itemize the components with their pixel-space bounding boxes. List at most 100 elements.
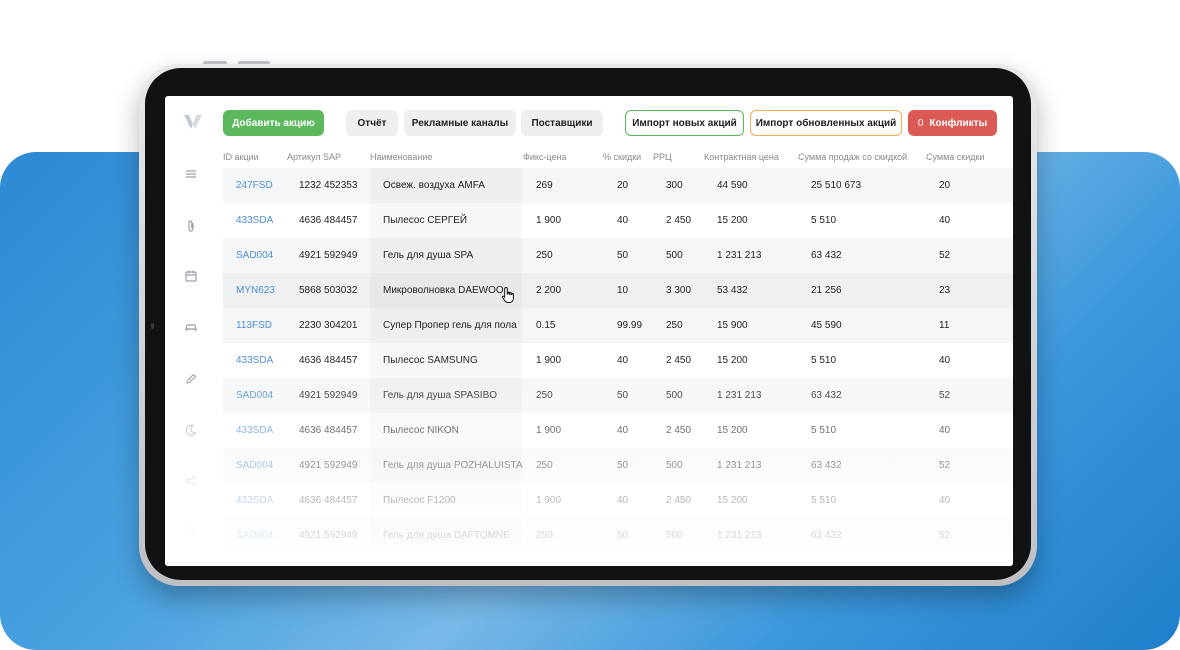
cell-discount-percent: 40 (617, 495, 629, 506)
share-icon[interactable] (183, 473, 199, 489)
settings-icon[interactable] (183, 524, 199, 540)
table-row[interactable]: SAD004 4921 592949 Гель для душа SPASIBO 25… (223, 378, 1013, 413)
cell-fixed-price: 250 (536, 530, 553, 541)
cell-sap: 4921 592949 (299, 460, 358, 471)
cell-id[interactable]: MYN623 (236, 273, 275, 308)
column-header-contract-price[interactable]: Контрактная цена (704, 152, 779, 162)
add-promotion-button[interactable]: Добавить акцию (223, 110, 324, 136)
table-row[interactable]: 433SDA 4636 484457 Пылесос СЕРГЕЙ 1 900 40 2 … (223, 203, 1013, 238)
cell-id[interactable]: 433SDA (236, 483, 273, 518)
cell-fixed-price: 250 (536, 250, 553, 261)
cell-discount-percent: 99.99 (617, 320, 643, 331)
cell-sales-sum: 25 510 673 (811, 180, 862, 191)
cell-contract-price: 1 231 213 (717, 460, 762, 471)
import-updated-button[interactable]: Импорт обновленных акций (750, 110, 902, 136)
cell-sap: 5868 503032 (299, 285, 358, 296)
cell-id[interactable]: SAD004 (236, 448, 273, 483)
cell-contract-price: 15 200 (717, 355, 748, 366)
calendar-icon[interactable] (183, 268, 199, 284)
column-header-discount-percent[interactable]: % скидки (603, 152, 641, 162)
cell-sap: 4921 592949 (299, 530, 358, 541)
cell-contract-price: 15 200 (717, 495, 748, 506)
cell-name: Пылесос SAMSUNG (383, 355, 478, 366)
cell-contract-price: 1 231 213 (717, 530, 762, 541)
moon-icon[interactable] (183, 422, 199, 438)
table-row[interactable]: 433SDA 4636 484457 Пылесос F1200 1 900 40 2 4… (223, 483, 1013, 518)
cell-discount-sum: 11 (939, 320, 950, 331)
cell-id[interactable]: 433SDA (236, 203, 273, 238)
cell-rrp: 500 (666, 250, 683, 261)
cell-rrp: 500 (666, 390, 683, 401)
cell-discount-percent: 20 (617, 180, 629, 191)
column-header-sales-sum[interactable]: Сумма продаж со скидкой (798, 152, 907, 162)
table-row[interactable]: SAD004 4921 592949 Гель для душа DAFTOMNE 2… (223, 518, 1013, 553)
import-new-button[interactable]: Импорт новых акций (625, 110, 744, 136)
cell-discount-percent: 50 (617, 250, 629, 261)
cell-discount-percent: 10 (617, 285, 629, 296)
cell-id[interactable]: 433SDA (236, 343, 273, 378)
report-button[interactable]: Отчёт (346, 110, 398, 136)
ad-channels-button[interactable]: Рекламные каналы (404, 110, 516, 136)
column-header-fixed-price[interactable]: Фикс-цена (523, 152, 566, 162)
pencil-icon[interactable] (183, 371, 199, 387)
cell-discount-percent: 50 (617, 390, 629, 401)
conflicts-count: 0 (917, 117, 924, 129)
cell-id[interactable]: 113FSD (236, 308, 272, 343)
cell-rrp: 500 (666, 460, 683, 471)
column-header-rrp[interactable]: РРЦ (653, 152, 672, 162)
cell-discount-sum: 40 (939, 355, 951, 366)
cell-id[interactable]: 247FSD (236, 168, 273, 203)
table-row[interactable]: SAD004 4921 592949 Гель для душа SPA 250 50 5… (223, 238, 1013, 273)
cell-sales-sum: 63 432 (811, 390, 842, 401)
cell-discount-sum: 40 (939, 495, 951, 506)
cell-rrp: 300 (666, 180, 683, 191)
cell-sap: 4636 484457 (299, 425, 358, 436)
paperclip-icon[interactable] (183, 218, 199, 234)
cell-sales-sum: 21 256 (811, 285, 842, 296)
cell-contract-price: 1 231 213 (717, 390, 762, 401)
cell-contract-price: 53 432 (717, 285, 748, 296)
cell-rrp: 2 450 (666, 355, 692, 366)
cell-rrp: 2 450 (666, 425, 692, 436)
cell-id[interactable]: SAD004 (236, 238, 273, 273)
suppliers-button[interactable]: Поставщики (521, 110, 603, 136)
table-row[interactable]: MYN623 5868 503032 Микроволновка DAEWOO 2 2… (223, 273, 1013, 308)
cell-fixed-price: 250 (536, 390, 553, 401)
conflicts-button[interactable]: 0 Конфликты (908, 110, 997, 136)
cell-discount-sum: 23 (939, 285, 951, 296)
column-header-sap[interactable]: Артикул SAP (287, 152, 341, 162)
cell-discount-percent: 50 (617, 530, 629, 541)
cell-id[interactable]: 433SDA (236, 413, 273, 448)
cell-fixed-price: 250 (536, 460, 553, 471)
cell-discount-sum: 40 (939, 215, 951, 226)
cell-discount-sum: 52 (939, 460, 951, 471)
table-row[interactable]: 433SDA 4636 484457 Пылесос NIKON 1 900 40 2 4… (223, 413, 1013, 448)
column-header-id[interactable]: ID акции (223, 152, 259, 162)
cell-id[interactable]: SAD004 (236, 518, 273, 553)
table-row[interactable]: 433SDA 4636 484457 Пылесос SAMSUNG 1 900 40 2… (223, 343, 1013, 378)
cell-discount-percent: 50 (617, 460, 629, 471)
cell-name: Супер Пропер гель для пола (383, 320, 517, 331)
column-header-name[interactable]: Наименование (370, 152, 432, 162)
cell-name: Микроволновка DAEWOO (383, 285, 504, 296)
table-row[interactable]: SAD004 4921 592949 Гель для душа POZHALUIS… (223, 448, 1013, 483)
cell-rrp: 2 450 (666, 495, 692, 506)
cell-sap: 4921 592949 (299, 250, 358, 261)
cell-name: Гель для душа POZHALUISTA (383, 460, 523, 471)
column-header-discount-sum[interactable]: Сумма скидки (926, 152, 984, 162)
menu-icon[interactable] (183, 166, 199, 182)
car-icon[interactable] (183, 319, 199, 335)
cell-name: Гель для душа SPASIBO (383, 390, 498, 401)
table-row[interactable]: 113FSD 2230 304201 Супер Пропер гель для п… (223, 308, 1013, 343)
cell-id[interactable]: SAD004 (236, 378, 273, 413)
table-row[interactable]: 247FSD 1232 452353 Освеж. воздуха AMFA 269 2… (223, 168, 1013, 203)
cell-discount-percent: 40 (617, 425, 629, 436)
cell-fixed-price: 1 900 (536, 425, 562, 436)
cell-fixed-price: 1 900 (536, 215, 562, 226)
cell-sales-sum: 5 510 (811, 425, 837, 436)
app-screen: Добавить акцию Отчёт Рекламные каналы По… (165, 96, 1013, 566)
conflicts-label: Конфликты (929, 117, 988, 129)
cell-sap: 4921 592949 (299, 390, 358, 401)
brand-logo-icon[interactable] (182, 111, 204, 133)
cell-sales-sum: 5 510 (811, 355, 837, 366)
